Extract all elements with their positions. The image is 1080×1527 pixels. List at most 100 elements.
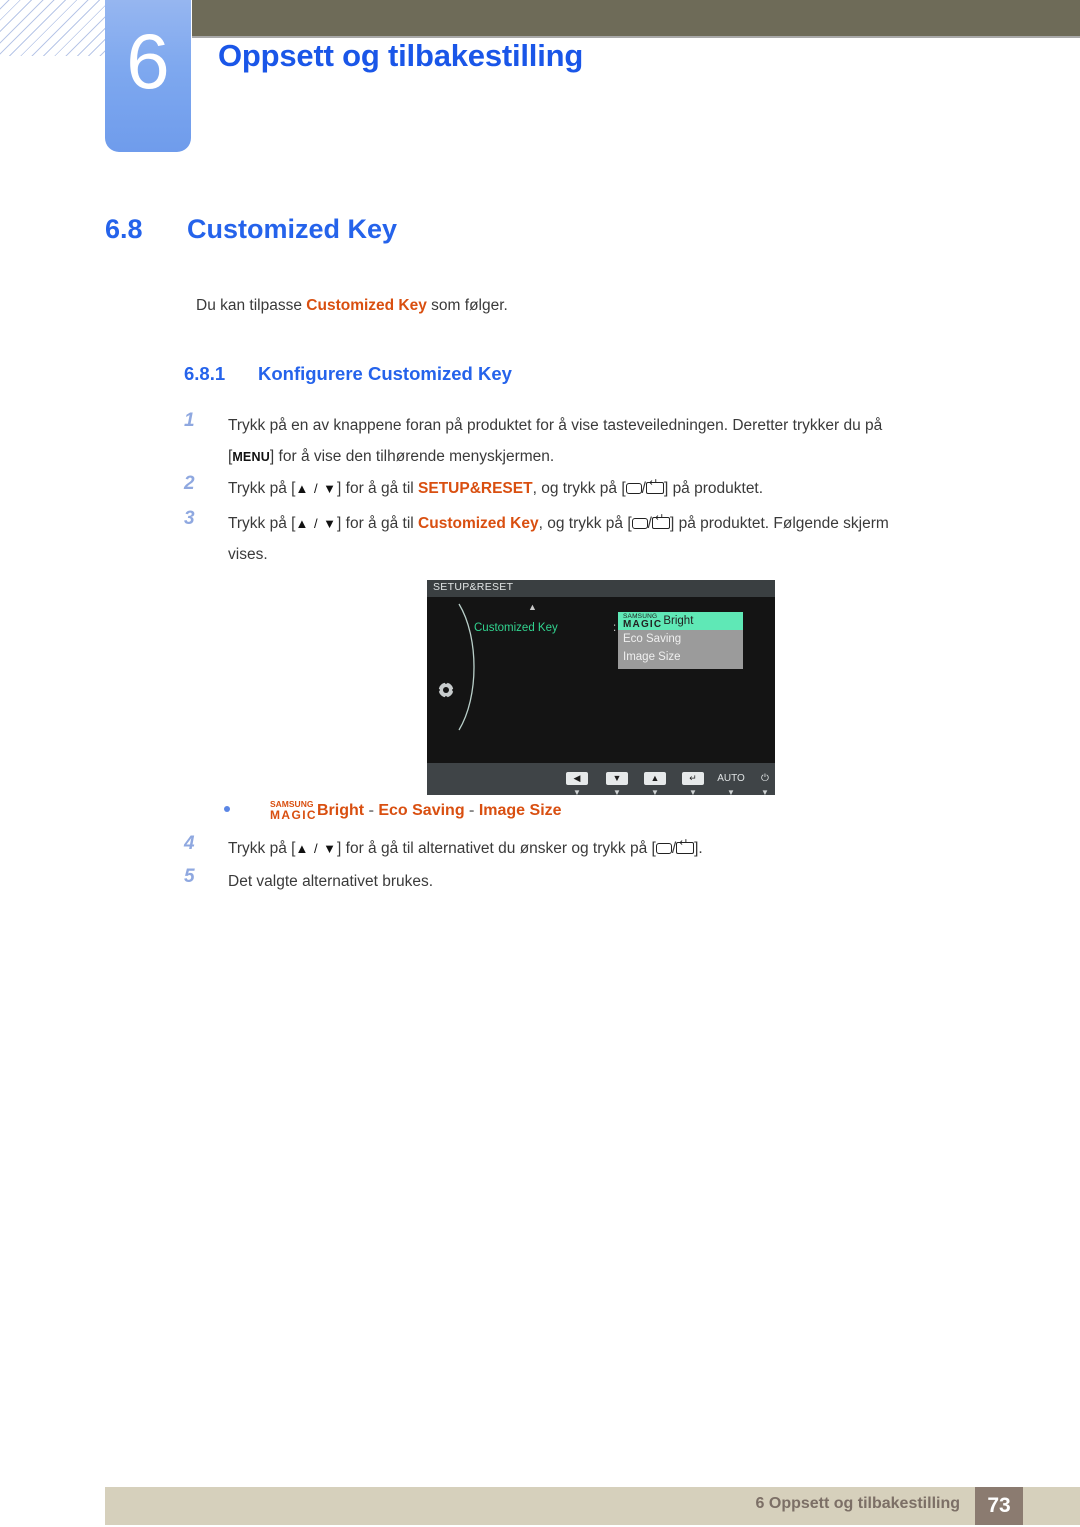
step-body: Trykk på [▲ / ▼] for å gå til SETUP&RESE… (228, 473, 1014, 504)
step3-emphasis: Customized Key (418, 515, 539, 532)
bullet-item-1: Bright (317, 802, 365, 819)
updown-arrow-icon: ▲ / ▼ (295, 481, 338, 496)
magic-bottom-text: MAGIC (623, 619, 663, 630)
subsection-number: 6.8.1 (184, 363, 226, 384)
step3-text-2: ] for å gå til (337, 515, 419, 532)
menu-key-label: MENU (232, 450, 270, 464)
step4-text-2: ] for å gå til alternativet du ønsker og… (337, 840, 656, 857)
step-body: Det valgte alternativet brukes. (228, 866, 1014, 897)
step-body: Trykk på [▲ / ▼] for å gå til alternativ… (228, 833, 1014, 864)
bullet-item-2: Eco Saving (378, 802, 465, 819)
chapter-title: Oppsett og tilbakestilling (218, 38, 584, 73)
hatch-decoration (0, 0, 112, 56)
source-key-icon (655, 843, 672, 854)
page-header: 6 Oppsett og tilbakestilling (0, 0, 1080, 160)
enter-key-icon (651, 512, 670, 529)
osd-button-tick: ▼ (573, 788, 581, 796)
left-arrow-icon: ◀ (566, 772, 588, 785)
bullet-item: SAMSUNG MAGIC Bright - Eco Saving - Image … (224, 800, 984, 821)
osd-option-magicbright[interactable]: SAMSUNG MAGIC Bright (618, 612, 743, 630)
section-title: Customized Key (187, 214, 398, 244)
updown-arrow-icon: ▲ / ▼ (295, 841, 338, 856)
step-item: 2 Trykk på [▲ / ▼] for å gå til SETUP&RE… (184, 473, 1014, 504)
osd-up-arrow-icon: ▲ (528, 602, 537, 612)
osd-option-eco-saving[interactable]: Eco Saving (618, 630, 743, 648)
step5-text-1: Det valgte alternativet brukes. (228, 873, 434, 890)
up-arrow-icon: ▲ (644, 772, 666, 785)
step1-text-2: for å vise den tilhørende menyskjermen. (278, 448, 555, 465)
osd-button-left[interactable]: ◀ ▼ (557, 768, 597, 795)
step2-emphasis: SETUP&RESET (418, 480, 533, 497)
osd-menu-label: Customized Key (474, 622, 558, 634)
step1-text-1: Trykk på en av knappene foran på produkt… (228, 417, 883, 434)
section-number: 6.8 (105, 214, 143, 244)
osd-button-down[interactable]: ▼ ▼ (597, 768, 637, 795)
step3-text-5: vises. (228, 546, 268, 563)
bullet-dot-icon (224, 806, 230, 812)
osd-button-bar: ◀ ▼ ▼ ▼ ▲ ▼ ↵ ▼ AUTO ▼ ⏻ ▼ (427, 763, 775, 795)
samsung-magic-logo: SAMSUNG MAGIC (270, 800, 317, 822)
step-number: 2 (184, 473, 195, 494)
step-item: 4 Trykk på [▲ / ▼] for å gå til alternat… (184, 833, 1014, 864)
osd-button-tick: ▼ (613, 788, 621, 796)
step-body: Trykk på [▲ / ▼] for å gå til Customized… (228, 508, 1014, 570)
step3-text-4: ] på produktet. Følgende skjerm (669, 515, 889, 532)
updown-arrow-icon: ▲ / ▼ (295, 516, 338, 531)
osd-button-enter[interactable]: ↵ ▼ (673, 768, 713, 795)
footer-text: 6 Oppsett og tilbakestilling (755, 1495, 960, 1512)
step-number: 1 (184, 410, 195, 431)
osd-screenshot: SETUP&RESET ▲ Customized Key: SAMSUNG M… (427, 580, 775, 795)
subsection-heading: 6.8.1 Konfigurere Customized Key (184, 363, 512, 385)
enter-key-icon (645, 477, 664, 494)
step-number: 5 (184, 866, 195, 887)
magic-bottom-text: MAGIC (270, 808, 317, 822)
osd-button-tick: ▼ (689, 788, 697, 796)
step-body: Trykk på en av knappene foran på produkt… (228, 417, 883, 465)
footer-page-number: 73 (975, 1487, 1023, 1525)
bullet-item-3: Image Size (478, 802, 562, 819)
subsection-title: Konfigurere Customized Key (258, 363, 512, 384)
samsung-magic-logo: SAMSUNG MAGIC (623, 613, 662, 630)
step-number: 4 (184, 833, 195, 854)
osd-button-power[interactable]: ⏻ ▼ (745, 768, 775, 795)
intro-emphasis: Customized Key (306, 297, 427, 314)
down-arrow-icon: ▼ (606, 772, 628, 785)
osd-option-label: Image Size (623, 651, 681, 663)
section-intro: Du kan tilpasse Customized Key som følge… (196, 297, 508, 315)
auto-label: AUTO (717, 773, 745, 784)
osd-dropdown[interactable]: SAMSUNG MAGIC Bright Eco Saving Image Si… (618, 612, 743, 669)
step2-text-2: ] for å gå til (337, 480, 419, 497)
step3-text-1: Trykk på [ (228, 515, 296, 532)
step4-text-3: ]. (694, 840, 703, 857)
step3-text-3: , og trykk på [ (538, 515, 632, 532)
header-olive-bar (192, 0, 1080, 36)
enter-arrow-icon: ↵ (682, 772, 704, 785)
enter-key-icon (676, 837, 695, 854)
step2-text-3: , og trykk på [ (532, 480, 626, 497)
osd-option-image-size[interactable]: Image Size (618, 648, 743, 666)
source-key-icon (625, 483, 642, 494)
intro-text-after: som følger. (426, 297, 508, 314)
osd-colon: : (613, 622, 617, 634)
osd-button-tick: ▼ (761, 788, 769, 796)
step2-text-1: Trykk på [ (228, 480, 296, 497)
source-key-icon (631, 518, 648, 529)
bullet-separator-1: - (368, 802, 374, 819)
section-heading: 6.8 Customized Key (105, 214, 397, 245)
intro-text-before: Du kan tilpasse (196, 297, 307, 314)
step-item: 1 Trykk på en av knappene foran på produ… (184, 410, 1014, 473)
osd-button-tick: ▼ (651, 788, 659, 796)
osd-option-label: Eco Saving (623, 633, 682, 645)
step-item: 5 Det valgte alternativet brukes. (184, 866, 1014, 897)
osd-button-up[interactable]: ▲ ▼ (635, 768, 675, 795)
step4-text-1: Trykk på [ (228, 840, 296, 857)
step-item: 3 Trykk på [▲ / ▼] for å gå til Customiz… (184, 508, 1014, 570)
chapter-number: 6 (126, 17, 170, 105)
chapter-tab: 6 (105, 0, 191, 152)
osd-option-label: Bright (663, 615, 694, 627)
osd-title: SETUP&RESET (433, 581, 514, 593)
bullet-separator-2: - (469, 802, 475, 819)
step2-text-4: ] på produktet. (663, 480, 764, 497)
step-number: 3 (184, 508, 195, 529)
power-icon: ⏻ (761, 773, 769, 784)
